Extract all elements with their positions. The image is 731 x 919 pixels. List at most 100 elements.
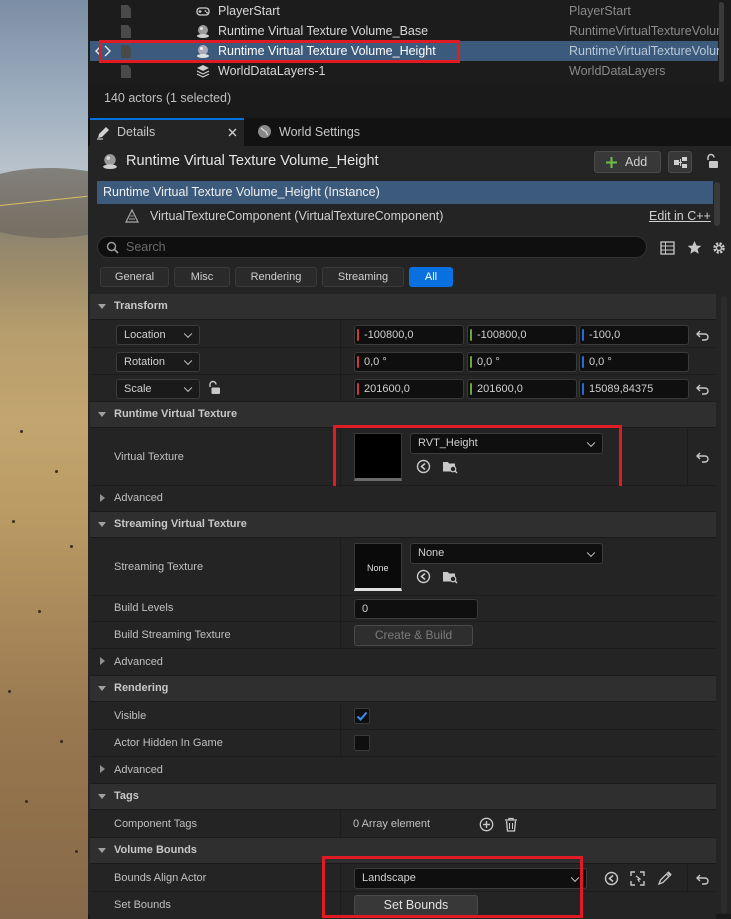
component-instance-row[interactable]: Runtime Virtual Texture Volume_Height (I… <box>97 181 713 204</box>
advanced-rendering-row[interactable]: Advanced <box>90 757 716 784</box>
scale-y-field[interactable]: 201600,0 <box>467 379 577 399</box>
rotation-z-field[interactable]: 0,0 ° <box>579 352 689 372</box>
filter-streaming[interactable]: Streaming <box>322 267 404 287</box>
column-splitter[interactable] <box>340 429 341 485</box>
rotation-mode-dropdown[interactable]: Rotation <box>116 352 200 372</box>
advanced-svt-row[interactable]: Advanced <box>90 649 716 676</box>
filter-misc[interactable]: Misc <box>174 267 230 287</box>
actor-name[interactable]: Runtime Virtual Texture Volume_Height <box>126 153 379 169</box>
column-splitter[interactable] <box>340 321 341 347</box>
set-bounds-button[interactable]: Set Bounds <box>354 895 478 916</box>
property-row-bounds-align-actor: Bounds Align Actor Landscape <box>90 865 716 892</box>
select-actor-icon[interactable] <box>630 871 645 886</box>
outliner-row[interactable]: PlayerStart PlayerStart <box>90 1 718 21</box>
outliner-scrollbar[interactable] <box>719 2 724 82</box>
add-element-icon[interactable] <box>479 817 494 832</box>
column-splitter[interactable] <box>340 596 341 621</box>
streaming-texture-thumbnail[interactable]: None <box>354 543 402 591</box>
rotation-y-field[interactable]: 0,0 ° <box>467 352 577 372</box>
blueprint-button[interactable] <box>668 151 692 173</box>
outliner-row[interactable]: Runtime Virtual Texture Volume_Base Runt… <box>90 21 719 41</box>
tab-details[interactable]: Details <box>90 118 244 146</box>
use-selected-asset-icon[interactable] <box>416 459 431 474</box>
reset-arrow-icon[interactable] <box>696 382 710 396</box>
section-volume-bounds-header[interactable]: Volume Bounds <box>90 838 716 864</box>
advanced-label: Advanced <box>114 492 163 504</box>
browse-asset-icon[interactable] <box>442 569 458 584</box>
gear-icon[interactable] <box>711 240 727 256</box>
table-view-icon[interactable] <box>660 241 675 255</box>
section-transform-header[interactable]: Transform <box>90 294 716 320</box>
location-y-field[interactable]: -100800,0 <box>467 325 577 345</box>
search-placeholder: Search <box>126 240 166 254</box>
filter-rendering[interactable]: Rendering <box>235 267 317 287</box>
rotation-x-field[interactable]: 0,0 ° <box>354 352 464 372</box>
unlock-icon[interactable] <box>208 380 221 395</box>
editor-side-panel: PlayerStart PlayerStart Runtime Virtual … <box>88 0 731 919</box>
outliner-list[interactable]: PlayerStart PlayerStart Runtime Virtual … <box>88 0 731 84</box>
visibility-toggle-icon[interactable] <box>95 45 111 57</box>
eyedropper-icon[interactable] <box>657 871 672 886</box>
trash-icon[interactable] <box>504 817 518 832</box>
thumbnail-none-label: None <box>367 563 389 573</box>
advanced-rvt-row[interactable]: Advanced <box>90 486 716 512</box>
column-splitter[interactable] <box>340 375 341 401</box>
column-splitter[interactable] <box>340 892 341 919</box>
use-selected-actor-icon[interactable] <box>604 871 619 886</box>
bounds-align-actor-dropdown[interactable]: Landscape <box>354 868 587 889</box>
reset-arrow-icon[interactable] <box>696 450 710 464</box>
build-levels-field[interactable]: 0 <box>354 599 478 619</box>
edit-in-cpp-link[interactable]: Edit in C++ <box>649 209 711 223</box>
column-splitter[interactable] <box>340 703 341 729</box>
filter-all[interactable]: All <box>409 267 453 287</box>
column-splitter[interactable] <box>340 730 341 756</box>
scale-z-field[interactable]: 15089,84375 <box>579 379 689 399</box>
section-title: Volume Bounds <box>114 844 197 856</box>
actor-hidden-checkbox[interactable] <box>354 735 370 751</box>
section-rendering-header[interactable]: Rendering <box>90 676 716 702</box>
component-row[interactable]: VirtualTextureComponent (VirtualTextureC… <box>97 205 713 227</box>
location-mode-dropdown[interactable]: Location <box>116 325 200 345</box>
use-selected-asset-icon[interactable] <box>416 569 431 584</box>
visible-checkbox[interactable] <box>354 708 370 724</box>
section-tags-header[interactable]: Tags <box>90 784 716 810</box>
virtual-texture-thumbnail[interactable] <box>354 433 402 481</box>
viewport-scene[interactable] <box>0 0 88 919</box>
outliner-row[interactable]: WorldDataLayers-1 WorldDataLayers <box>90 61 718 81</box>
browse-asset-icon[interactable] <box>442 459 458 474</box>
section-rvt-header[interactable]: Runtime Virtual Texture <box>90 402 716 428</box>
outliner-row-selected[interactable]: Runtime Virtual Texture Volume_Height Ru… <box>90 41 719 61</box>
scale-mode-dropdown[interactable]: Scale <box>116 379 200 399</box>
globe-icon <box>258 125 271 138</box>
reset-arrow-icon[interactable] <box>696 328 710 342</box>
reset-arrow-icon[interactable] <box>696 872 710 886</box>
section-title: Transform <box>114 300 168 312</box>
column-splitter[interactable] <box>340 622 341 648</box>
streaming-texture-asset-picker[interactable]: None <box>410 543 603 564</box>
column-splitter[interactable] <box>340 348 341 374</box>
section-title: Rendering <box>114 682 169 694</box>
collapse-arrow-icon <box>98 686 106 691</box>
component-scrollbar[interactable] <box>714 182 720 226</box>
tab-world-settings[interactable]: World Settings <box>248 118 408 146</box>
plus-icon <box>606 157 617 168</box>
create-build-button[interactable]: Create & Build <box>354 625 473 646</box>
location-z-field[interactable]: -100,0 <box>579 325 689 345</box>
column-splitter[interactable] <box>340 811 341 837</box>
favorite-star-icon[interactable] <box>687 240 702 255</box>
scale-x-field[interactable]: 201600,0 <box>354 379 464 399</box>
filter-general[interactable]: General <box>100 267 169 287</box>
virtual-texture-asset-picker[interactable]: RVT_Height <box>410 433 603 454</box>
panel-tab-bar: Details World Settings <box>88 118 731 146</box>
close-icon[interactable] <box>228 128 237 137</box>
lock-icon[interactable] <box>705 153 719 169</box>
property-row-component-tags: Component Tags 0 Array element <box>90 811 716 838</box>
section-svt-header[interactable]: Streaming Virtual Texture <box>90 512 716 538</box>
search-input[interactable]: Search <box>97 236 647 258</box>
chevron-down-icon <box>586 438 596 447</box>
add-component-button[interactable]: Add <box>594 151 661 173</box>
location-x-field[interactable]: -100800,0 <box>354 325 464 345</box>
details-scrollbar[interactable] <box>721 296 727 913</box>
column-splitter[interactable] <box>340 865 341 891</box>
column-splitter[interactable] <box>340 539 341 595</box>
